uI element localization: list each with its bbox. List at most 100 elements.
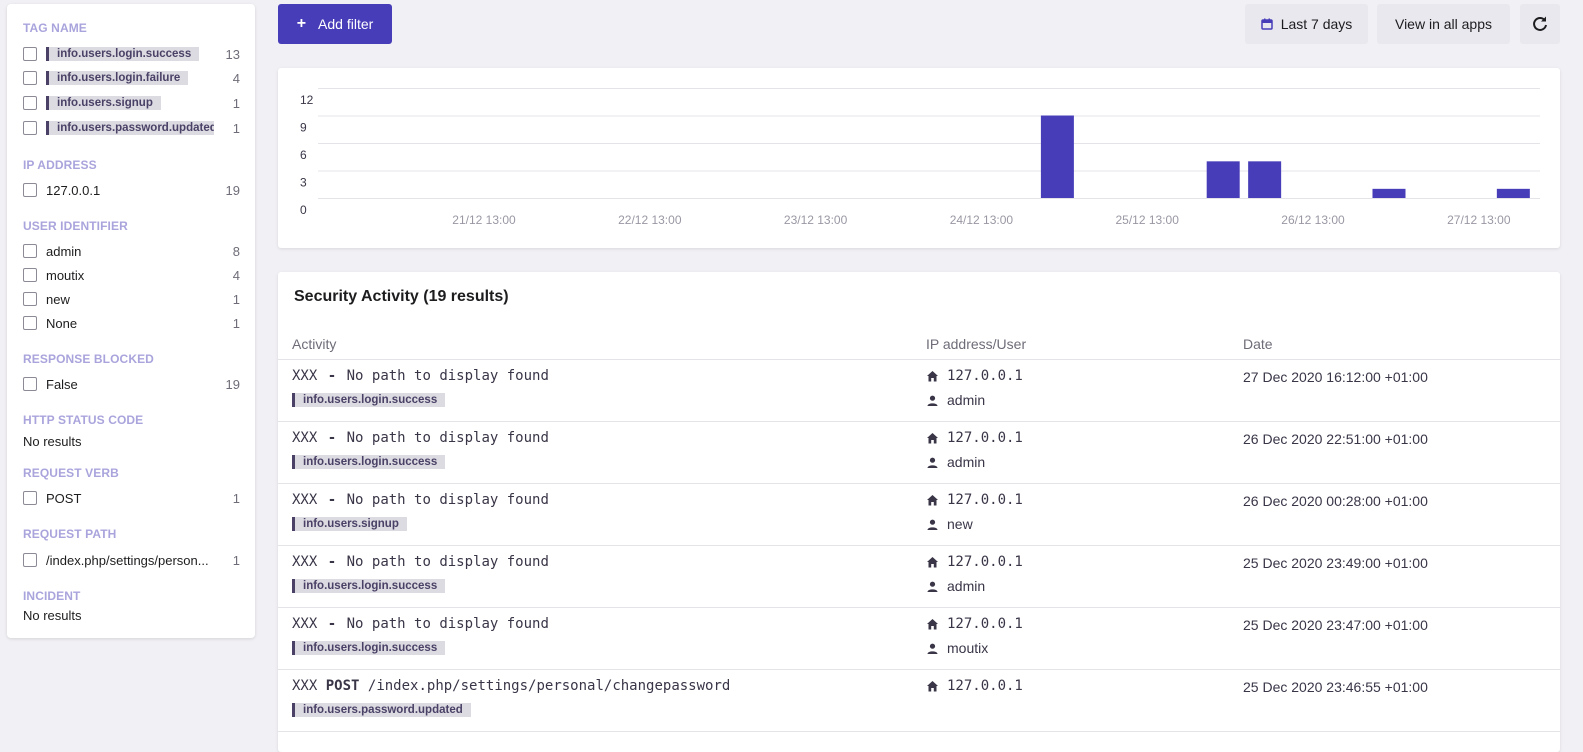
- plus-icon: +: [296, 15, 307, 32]
- tag-chip: info.users.signup: [292, 517, 407, 531]
- status-code: XXX: [292, 616, 318, 632]
- activity-line: XXX - No path to display found: [292, 368, 549, 384]
- refresh-button[interactable]: [1520, 4, 1560, 44]
- checkbox[interactable]: [23, 491, 37, 505]
- facet-label: POST: [46, 490, 82, 506]
- table-row[interactable]: XXX - No path to display found info.users…: [278, 360, 1560, 422]
- request-verb: POST: [325, 678, 360, 694]
- facet-tag-password-updated[interactable]: info.users.password.updated 1: [23, 118, 240, 138]
- chart-bar: [1372, 188, 1406, 198]
- facet-verb-post[interactable]: POST 1: [23, 488, 240, 508]
- separator: -: [327, 554, 337, 570]
- facet-count: 8: [232, 243, 240, 259]
- facet-user-none[interactable]: None 1: [23, 313, 240, 333]
- checkbox[interactable]: [23, 553, 37, 567]
- table-row[interactable]: XXX - No path to display found info.users…: [278, 546, 1560, 608]
- checkbox[interactable]: [23, 96, 37, 110]
- checkbox[interactable]: [23, 183, 37, 197]
- ip-address: 127.0.0.1: [947, 368, 1023, 384]
- checkbox[interactable]: [23, 377, 37, 391]
- calendar-icon: [1260, 18, 1273, 30]
- facet-tag-login-failure[interactable]: info.users.login.failure 4: [23, 68, 240, 88]
- facet-response-false[interactable]: False 19: [23, 374, 240, 394]
- facet-tag-signup[interactable]: info.users.signup 1: [23, 93, 240, 113]
- column-header-activity: Activity: [292, 336, 337, 352]
- checkbox[interactable]: [23, 71, 37, 85]
- facet-count: 1: [232, 95, 240, 111]
- checkbox[interactable]: [23, 268, 37, 282]
- table-row[interactable]: XXX - No path to display found info.users…: [278, 422, 1560, 484]
- x-tick-label: 25/12 13:00: [1115, 213, 1179, 227]
- facet-user-new[interactable]: new 1: [23, 289, 240, 309]
- ip-address: 127.0.0.1: [947, 678, 1023, 694]
- x-tick-label: 23/12 13:00: [784, 213, 848, 227]
- ip-address: 127.0.0.1: [947, 492, 1023, 508]
- facet-count: 1: [232, 315, 240, 331]
- table-row[interactable]: XXX POST /index.php/settings/personal/ch…: [278, 670, 1560, 732]
- request-path: No path to display found: [346, 616, 549, 632]
- facet-user-moutix[interactable]: moutix 4: [23, 265, 240, 285]
- user-icon: [926, 580, 939, 593]
- ip-address: 127.0.0.1: [947, 616, 1023, 632]
- add-filter-button[interactable]: + Add filter: [278, 4, 392, 44]
- section-title-request-verb: REQUEST VERB: [23, 466, 119, 480]
- section-title-user-identifier: USER IDENTIFIER: [23, 219, 128, 233]
- column-header-ip-user: IP address/User: [926, 336, 1027, 352]
- section-title-ip-address: IP ADDRESS: [23, 158, 97, 172]
- checkbox[interactable]: [23, 121, 37, 135]
- x-tick-label: 21/12 13:00: [452, 213, 516, 227]
- chart-bar: [1248, 161, 1282, 198]
- activity-line: XXX POST /index.php/settings/personal/ch…: [292, 678, 730, 694]
- facet-label: False: [46, 376, 78, 392]
- user-identifier: moutix: [947, 640, 989, 656]
- facet-path[interactable]: /index.php/settings/person... 1: [23, 550, 240, 570]
- y-tick-label: 9: [300, 121, 307, 135]
- checkbox[interactable]: [23, 47, 37, 61]
- user-icon: [926, 642, 939, 655]
- request-path: No path to display found: [346, 492, 549, 508]
- user-cell: new: [926, 516, 973, 532]
- date-range-button[interactable]: Last 7 days: [1245, 4, 1368, 44]
- view-all-apps-button[interactable]: View in all apps: [1377, 4, 1510, 44]
- tag-chip: info.users.password.updated: [292, 703, 471, 717]
- home-icon: [926, 432, 939, 445]
- checkbox[interactable]: [23, 316, 37, 330]
- section-title-response-blocked: RESPONSE BLOCKED: [23, 352, 154, 366]
- table-row[interactable]: XXX - No path to display found info.users…: [278, 608, 1560, 670]
- tag-chip: info.users.login.success: [46, 47, 200, 61]
- user-identifier: admin: [947, 578, 986, 594]
- request-path: /index.php/settings/personal/changepassw…: [367, 678, 731, 694]
- user-cell: admin: [926, 578, 985, 594]
- facet-tag-login-success[interactable]: info.users.login.success 13: [23, 44, 240, 64]
- refresh-icon: [1533, 16, 1547, 31]
- separator: -: [327, 616, 337, 632]
- table-row[interactable]: XXX - No path to display found info.users…: [278, 484, 1560, 546]
- tag-chip: info.users.password.updated: [46, 121, 214, 135]
- facet-ip[interactable]: 127.0.0.1 19: [23, 180, 240, 200]
- checkbox[interactable]: [23, 244, 37, 258]
- x-tick-label: 27/12 13:00: [1447, 213, 1511, 227]
- date-cell: 26 Dec 2020 22:51:00 +01:00: [1243, 431, 1428, 447]
- date-cell: 25 Dec 2020 23:47:00 +01:00: [1243, 617, 1428, 633]
- facet-count: 1: [232, 490, 240, 506]
- facet-label: moutix: [46, 267, 85, 283]
- request-path: No path to display found: [346, 430, 549, 446]
- facet-count: 1: [232, 291, 240, 307]
- chart-svg: 0 3 6 9 12 21/12 13:00 22/12 13:00 23/12 13:00 2…: [300, 88, 1540, 227]
- tag-chip: info.users.login.success: [292, 641, 446, 655]
- activity-line: XXX - No path to display found: [292, 554, 549, 570]
- checkbox[interactable]: [23, 292, 37, 306]
- separator: -: [327, 368, 337, 384]
- facet-user-admin[interactable]: admin 8: [23, 241, 240, 261]
- separator: -: [327, 430, 337, 446]
- ip-cell: 127.0.0.1: [926, 554, 1023, 570]
- add-filter-label: Add filter: [318, 16, 374, 32]
- date-cell: 25 Dec 2020 23:49:00 +01:00: [1243, 555, 1428, 571]
- ip-address: 127.0.0.1: [947, 554, 1023, 570]
- user-icon: [926, 518, 939, 531]
- tag-chip: info.users.signup: [46, 96, 161, 110]
- status-code: XXX: [292, 678, 318, 694]
- ip-cell: 127.0.0.1: [926, 616, 1023, 632]
- tag-chip: info.users.login.success: [292, 455, 446, 469]
- status-code: XXX: [292, 368, 318, 384]
